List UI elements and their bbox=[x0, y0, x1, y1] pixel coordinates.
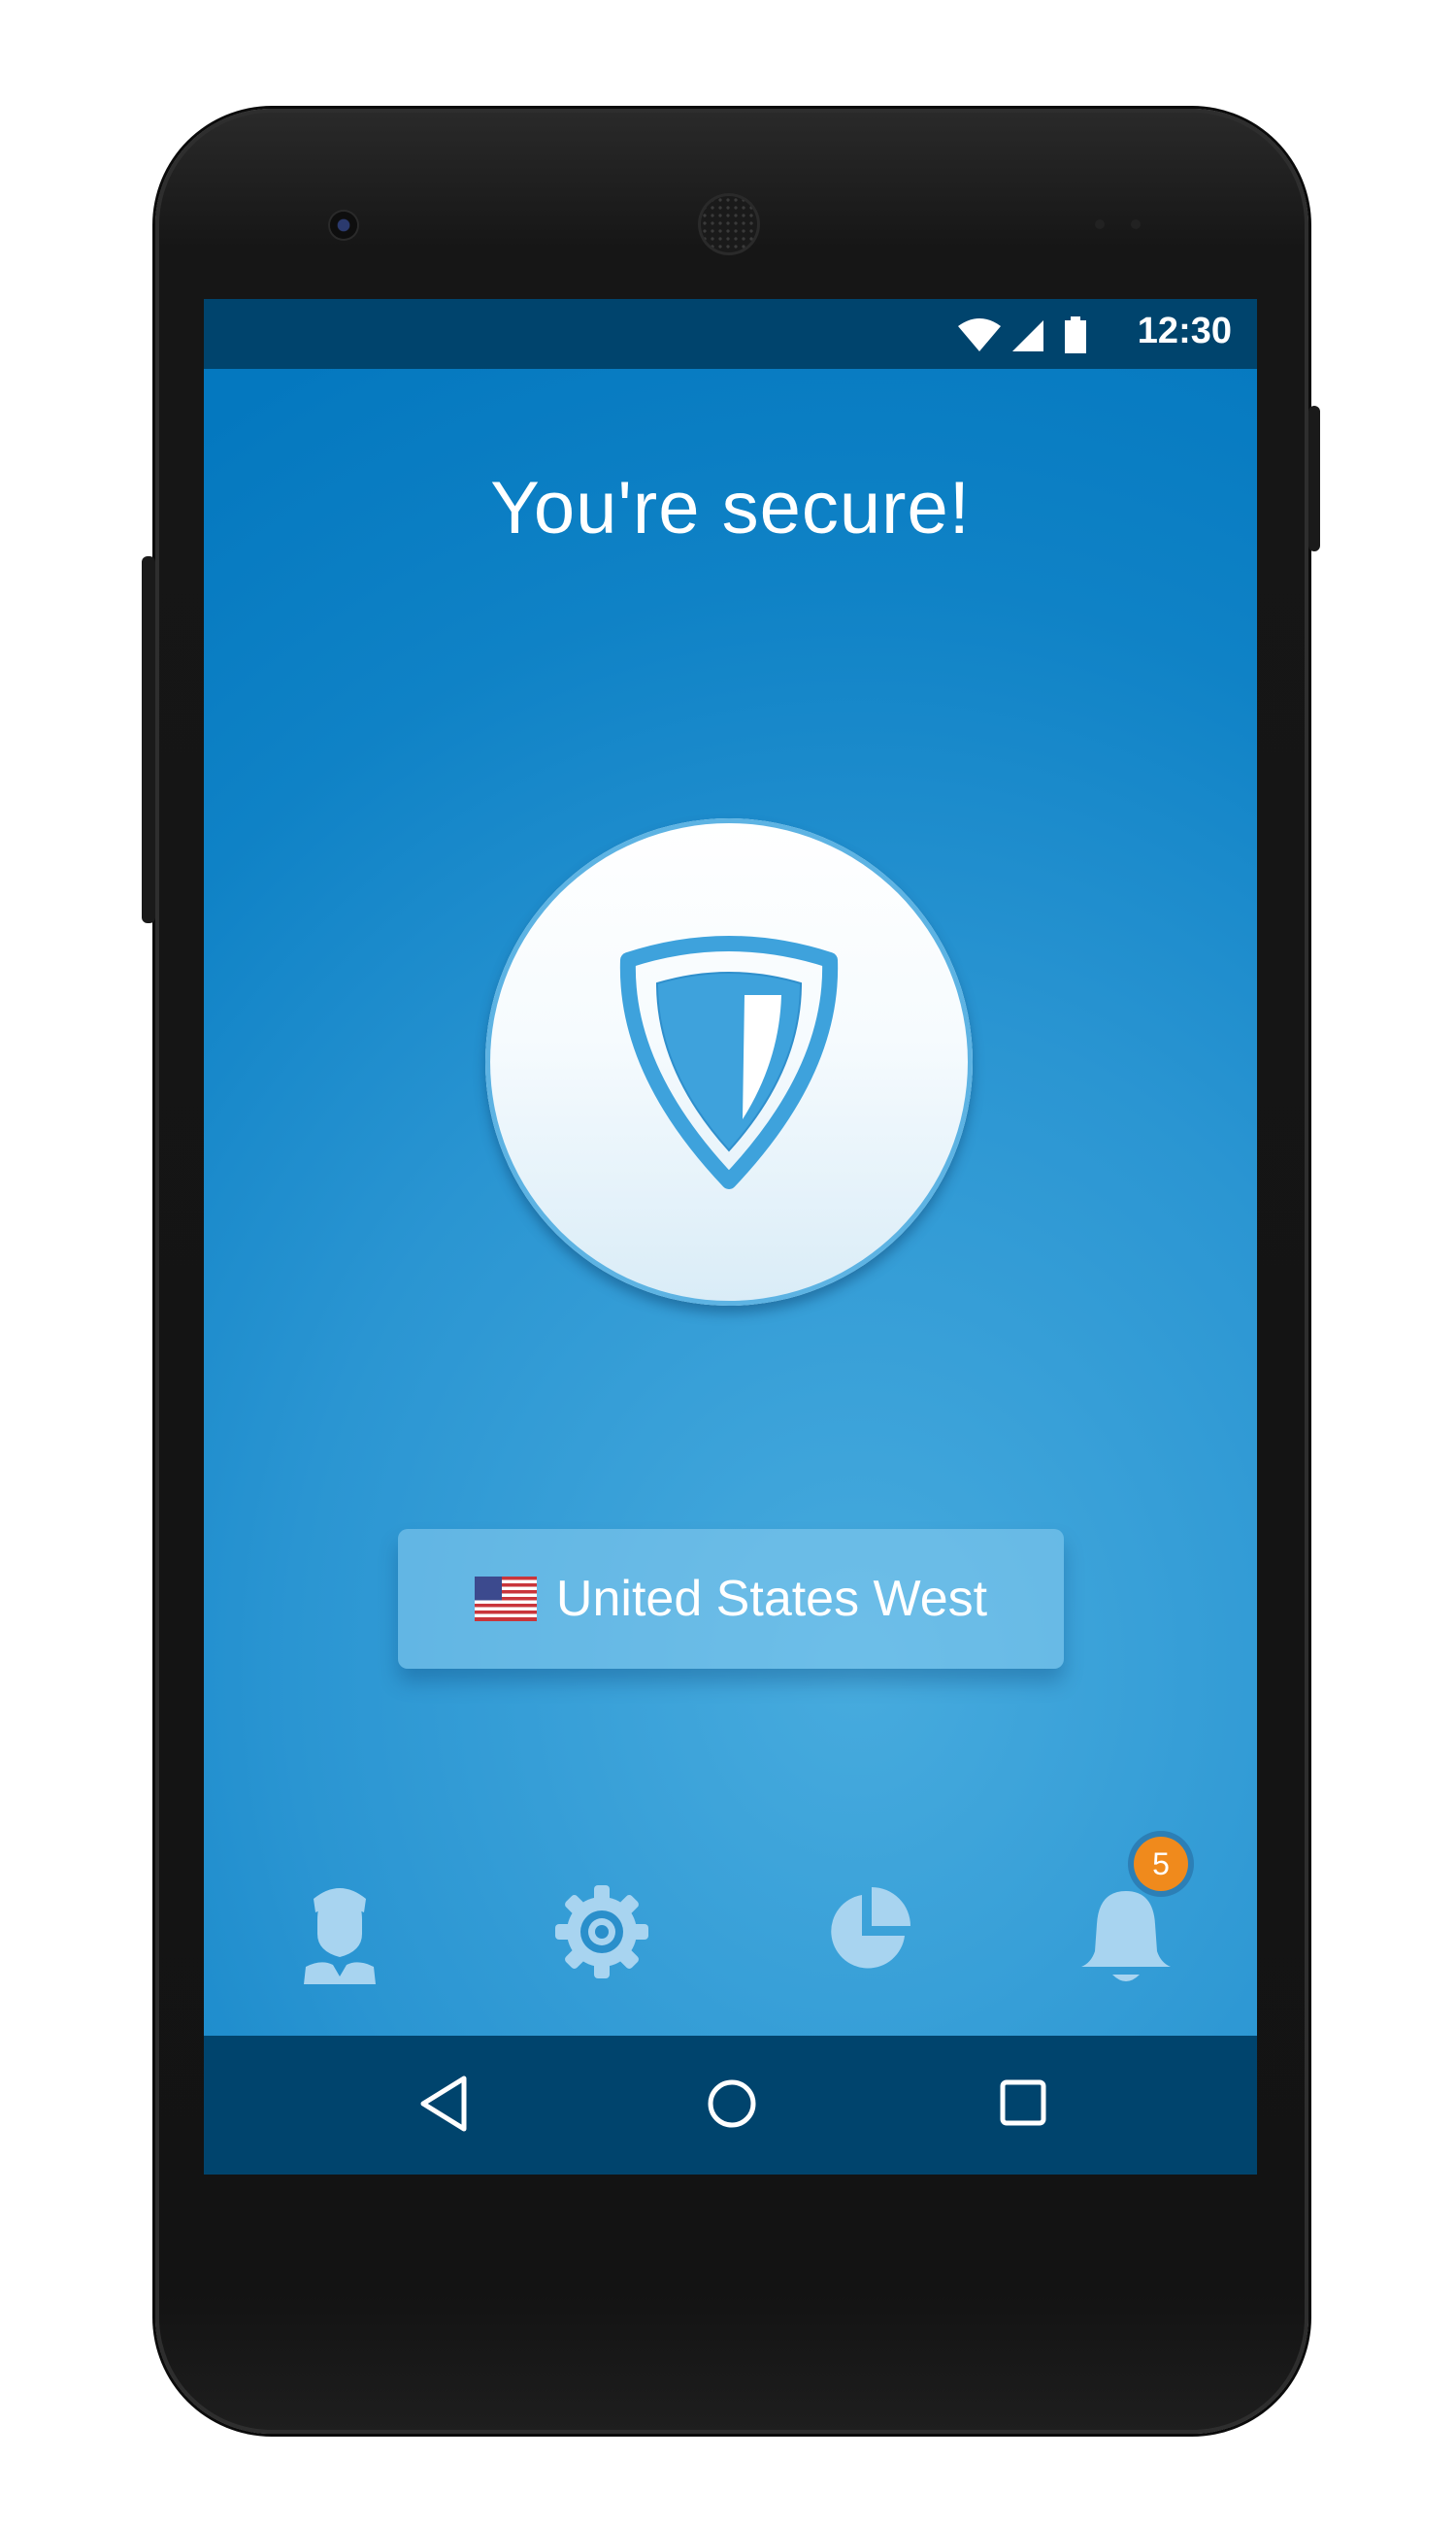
home-icon[interactable] bbox=[702, 2073, 762, 2135]
connect-button[interactable] bbox=[485, 818, 973, 1306]
light-sensor bbox=[1131, 219, 1141, 229]
front-camera bbox=[330, 212, 357, 239]
power-button bbox=[1308, 406, 1320, 551]
status-icons bbox=[958, 316, 1086, 353]
notification-badge: 5 bbox=[1134, 1837, 1188, 1891]
screen: 12:30 You're secure! United States West … bbox=[204, 299, 1257, 2175]
location-selector[interactable]: United States West bbox=[398, 1529, 1064, 1669]
page-title: You're secure! bbox=[490, 467, 971, 549]
proximity-sensor bbox=[1095, 219, 1105, 229]
battery-icon bbox=[1065, 316, 1086, 353]
earpiece-speaker bbox=[701, 196, 757, 252]
wifi-icon bbox=[958, 318, 1001, 351]
volume-button bbox=[142, 556, 155, 923]
account-icon[interactable] bbox=[296, 1883, 383, 1990]
recents-icon[interactable] bbox=[995, 2073, 1053, 2135]
signal-icon bbox=[1012, 320, 1043, 351]
back-icon[interactable] bbox=[415, 2073, 470, 2135]
bell-icon[interactable] bbox=[1077, 1883, 1175, 1988]
location-label: United States West bbox=[555, 1571, 988, 1627]
status-time: 12:30 bbox=[1137, 311, 1232, 351]
status-bar: 12:30 bbox=[204, 299, 1257, 369]
gear-icon[interactable] bbox=[553, 1883, 650, 1980]
app-main: You're secure! United States West 5 bbox=[204, 369, 1257, 2036]
pie-chart-icon[interactable] bbox=[821, 1883, 914, 1976]
us-flag-icon bbox=[474, 1577, 537, 1621]
shield-icon bbox=[619, 936, 839, 1189]
system-nav-bar bbox=[204, 2036, 1257, 2175]
bottom-nav bbox=[204, 1883, 1257, 2000]
